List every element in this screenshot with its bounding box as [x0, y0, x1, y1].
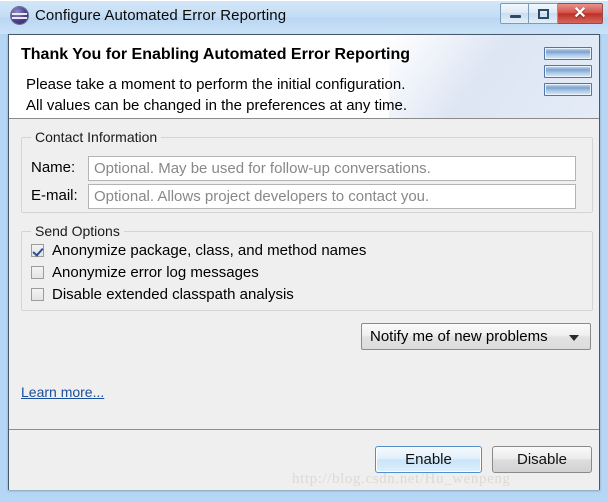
checkbox-label: Disable extended classpath analysis	[52, 285, 294, 303]
dialog-header: Thank You for Enabling Automated Error R…	[9, 35, 599, 119]
chevron-down-icon	[569, 335, 579, 341]
enable-button[interactable]: Enable	[375, 446, 482, 473]
dialog-window: Configure Automated Error Reporting ✕ Th…	[0, 0, 608, 496]
disable-button[interactable]: Disable	[492, 446, 592, 473]
close-icon: ✕	[573, 5, 587, 22]
header-description-line1: Please take a moment to perform the init…	[26, 76, 406, 93]
maximize-button[interactable]	[529, 3, 558, 24]
maximize-icon	[538, 9, 549, 19]
checkbox-label: Anonymize error log messages	[52, 263, 259, 281]
eclipse-bugs-icon	[11, 7, 28, 24]
checkbox-anonymize-logs[interactable]: Anonymize error log messages	[31, 262, 259, 282]
checkbox-icon-unchecked[interactable]	[31, 265, 44, 279]
name-field-row: Name:	[22, 156, 592, 181]
stacked-bar-3	[544, 83, 592, 96]
stacked-bar-2	[544, 65, 592, 78]
contact-information-group: Contact Information Name: E-mail:	[21, 129, 593, 213]
checkbox-icon-checked[interactable]	[31, 243, 44, 257]
contact-group-title: Contact Information	[31, 129, 162, 145]
dialog-content: Contact Information Name: E-mail: Send O…	[9, 119, 599, 429]
stacked-bars-icon	[541, 43, 596, 105]
send-options-group-title: Send Options	[31, 223, 124, 239]
send-options-group: Send Options Anonymize package, class, a…	[21, 223, 593, 311]
minimize-button[interactable]	[500, 3, 529, 24]
dialog-button-bar: Enable Disable	[9, 429, 599, 490]
email-input[interactable]	[88, 184, 576, 209]
name-input[interactable]	[88, 156, 576, 181]
name-label: Name:	[31, 159, 76, 176]
checkbox-disable-classpath[interactable]: Disable extended classpath analysis	[31, 284, 294, 304]
checkbox-anonymize-names[interactable]: Anonymize package, class, and method nam…	[31, 240, 366, 260]
minimize-icon	[510, 15, 521, 18]
checkbox-label: Anonymize package, class, and method nam…	[52, 241, 367, 259]
dialog-body: Thank You for Enabling Automated Error R…	[8, 34, 600, 490]
window-title: Configure Automated Error Reporting	[35, 7, 287, 24]
header-title: Thank You for Enabling Automated Error R…	[21, 46, 411, 63]
header-description-line2: All values can be changed in the prefere…	[26, 97, 408, 114]
close-button[interactable]: ✕	[558, 3, 603, 24]
email-field-row: E-mail:	[22, 184, 592, 209]
checkbox-icon-unchecked[interactable]	[31, 287, 44, 301]
stacked-bar-1	[544, 47, 592, 60]
title-bar[interactable]: Configure Automated Error Reporting ✕	[0, 0, 608, 34]
notification-mode-value: Notify me of new problems	[370, 328, 548, 345]
window-controls: ✕	[500, 3, 603, 26]
notification-mode-dropdown[interactable]: Notify me of new problems	[361, 323, 591, 350]
learn-more-link[interactable]: Learn more...	[21, 384, 104, 400]
email-label: E-mail:	[31, 187, 78, 204]
